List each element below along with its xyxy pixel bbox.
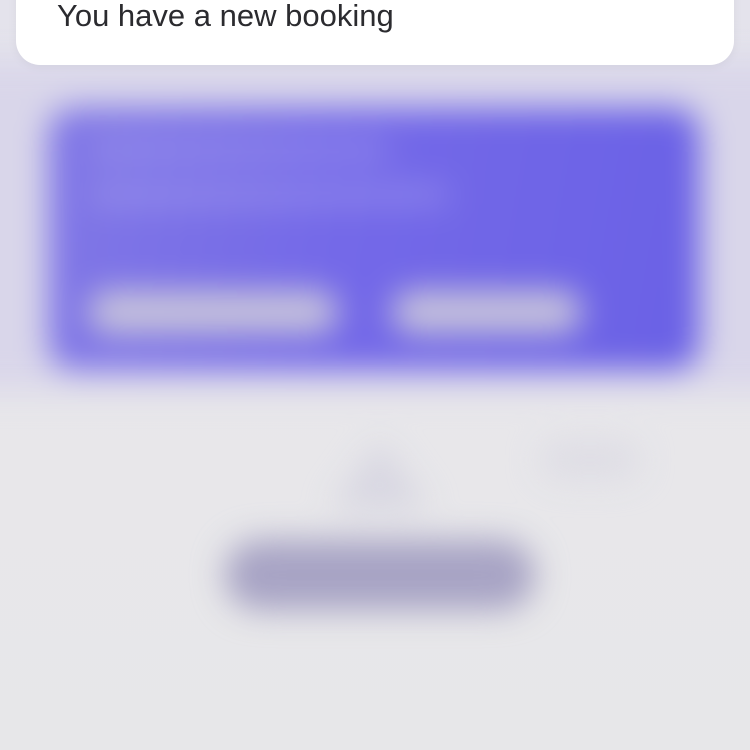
app-screen: You have a new booking <box>0 0 750 750</box>
blurred-illustration <box>330 440 430 510</box>
blurred-card-button-secondary <box>392 290 582 334</box>
blurred-app-background <box>0 0 750 750</box>
blurred-action-button <box>225 540 535 610</box>
blurred-card-title <box>90 140 390 160</box>
blurred-decoration <box>540 440 640 480</box>
notification-banner[interactable]: You have a new booking <box>16 0 734 65</box>
blurred-card-subtitle <box>90 185 450 205</box>
notification-message: You have a new booking <box>57 0 394 33</box>
blurred-card-button-primary <box>88 290 338 334</box>
